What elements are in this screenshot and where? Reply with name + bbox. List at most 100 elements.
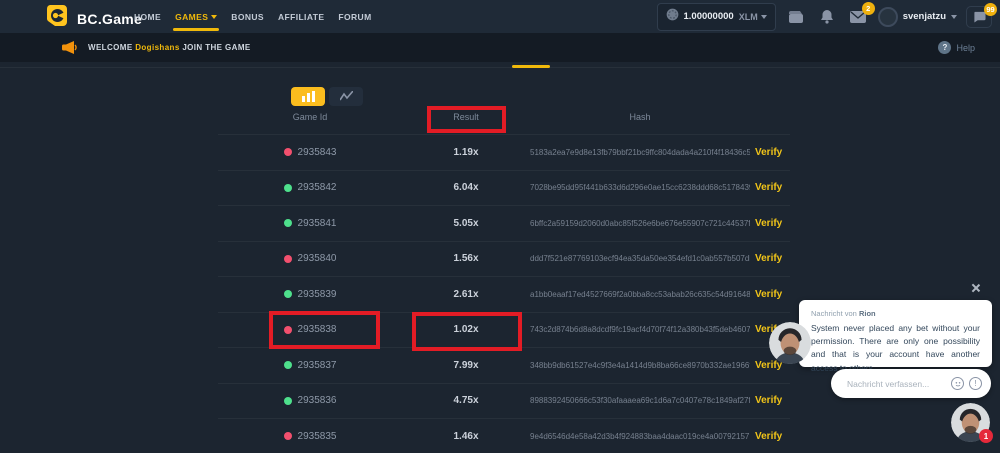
header-hash: Hash — [530, 112, 750, 122]
announcement-bar: WELCOME Dogishans JOIN THE GAME ? Help — [0, 33, 1000, 62]
game-id-cell: 2935842 — [218, 182, 402, 193]
nav-item-games[interactable]: GAMES — [175, 0, 217, 33]
megaphone-icon — [62, 41, 77, 59]
result-status-dot — [284, 219, 292, 227]
nav-item-affiliate[interactable]: AFFILIATE — [278, 0, 324, 33]
game-id-cell: 2935843 — [218, 147, 402, 158]
nav-item-home[interactable]: HOME — [134, 0, 161, 33]
result-status-dot — [284, 361, 292, 369]
help-button[interactable]: ? Help — [938, 33, 975, 62]
question-icon: ? — [938, 41, 951, 54]
game-id-cell: 2935835 — [218, 431, 402, 442]
exclamation-icon[interactable]: ! — [969, 377, 982, 390]
chat-from-label: Nachricht von — [811, 309, 857, 318]
hash-value: a1bb0eaaf17ed4527669f2a0bba8cc53abab26c6… — [530, 290, 750, 299]
game-id-cell: 2935840 — [218, 253, 402, 264]
balance-selector[interactable]: 1.00000000 XLM — [657, 3, 776, 31]
table-row: 2935842 6.04x 7028be95dd95f441b633d6d296… — [218, 170, 790, 206]
brand-logo[interactable]: BC.Game — [45, 4, 142, 33]
result-status-dot — [284, 148, 292, 156]
hash-value: 5183a2ea7e9d8e13fb79bbf21bc9ffc804dada4a… — [530, 148, 750, 157]
verify-link[interactable]: Verify — [750, 182, 790, 193]
result-value: 7.99x — [402, 360, 530, 371]
nav-item-forum[interactable]: FORUM — [338, 0, 371, 33]
help-label: Help — [956, 43, 975, 53]
bet-history-table: 2935843 1.19x 5183a2ea7e9d8e13fb79bbf21b… — [218, 134, 790, 453]
verify-link[interactable]: Verify — [750, 253, 790, 264]
currency-selector[interactable]: XLM — [739, 12, 767, 22]
bell-icon-button[interactable] — [816, 6, 838, 28]
verify-link[interactable]: Verify — [750, 218, 790, 229]
header-verify-spacer — [750, 112, 790, 122]
chevron-down-icon — [951, 15, 957, 19]
coin-icon — [666, 8, 679, 26]
nav-item-bonus[interactable]: BONUS — [231, 0, 264, 33]
table-row: 2935836 4.75x 8988392450666c53f30afaaaea… — [218, 383, 790, 419]
hash-value: 9e4d6546d4e58a42d3b4f924883baa4daac019ce… — [530, 432, 750, 441]
verify-link[interactable]: Verify — [750, 395, 790, 406]
hash-value: 8988392450666c53f30afaaaea69c1d6a7c0407e… — [530, 396, 750, 405]
game-id-value: 2935835 — [298, 431, 337, 442]
navbar-right-controls: 1.00000000 XLM 2 svenjatzu — [657, 0, 993, 33]
chat-message-card: Nachricht von Rion System never placed a… — [799, 300, 992, 367]
trend-chart-toggle[interactable] — [329, 87, 363, 106]
chat-input-pill: ! — [831, 369, 991, 398]
result-status-dot — [284, 432, 292, 440]
chat-toggle-button[interactable]: 99 — [966, 6, 992, 28]
mail-badge: 2 — [862, 2, 875, 15]
chevron-down-icon — [211, 15, 217, 19]
chat-message-text: System never placed any bet without your… — [811, 322, 980, 375]
game-id-value: 2935837 — [298, 360, 337, 371]
game-id-cell: 2935839 — [218, 289, 402, 300]
tab-bar — [0, 62, 1000, 68]
chevron-down-icon — [761, 15, 767, 19]
table-row: 2935841 5.05x 6bffc2a59159d2060d0abc85f5… — [218, 205, 790, 241]
chat-widget-avatar[interactable]: 1 — [951, 403, 990, 442]
result-status-dot — [284, 397, 292, 405]
hash-value: 7028be95dd95f441b633d6d296e0ae15cc6238dd… — [530, 183, 750, 192]
result-value: 2.61x — [402, 289, 530, 300]
hash-value: 6bffc2a59159d2060d0abc85f526e6be676e5590… — [530, 219, 750, 228]
hash-value: 348bb9db61527e4c9f3e4a1414d9b8ba66ce8970… — [530, 361, 750, 370]
result-value: 4.75x — [402, 395, 530, 406]
game-id-value: 2935843 — [298, 147, 337, 158]
username: svenjatzu — [903, 11, 946, 22]
main-nav: HOME GAMES BONUS AFFILIATE FORUM — [134, 0, 372, 33]
wallet-button[interactable] — [785, 6, 807, 28]
bcgame-page: BC.Game HOME GAMES BONUS AFFILIATE FORUM… — [0, 0, 1000, 453]
result-status-dot — [284, 184, 292, 192]
chat-message-input[interactable] — [847, 379, 946, 389]
announcement-username: Dogishans — [135, 43, 180, 52]
bar-chart-toggle[interactable] — [291, 87, 325, 106]
hash-value: 743c2d874b6d8a8dcdf9fc19acf4d70f74f12a38… — [530, 325, 750, 334]
bcgame-logo-icon — [45, 4, 69, 33]
verify-link[interactable]: Verify — [750, 147, 790, 158]
verify-link[interactable]: Verify — [750, 431, 790, 442]
result-value: 1.46x — [402, 431, 530, 442]
close-icon[interactable] — [969, 281, 983, 295]
annotation-box-game-id-2935838 — [269, 311, 380, 349]
game-id-cell: 2935836 — [218, 395, 402, 406]
game-id-value: 2935842 — [298, 182, 337, 193]
brand-name: BC.Game — [77, 11, 142, 27]
table-row: 2935835 1.46x 9e4d6546d4e58a42d3b4f92488… — [218, 418, 790, 453]
announcement-prefix: WELCOME — [88, 43, 133, 52]
game-id-value: 2935841 — [298, 218, 337, 229]
game-id-cell: 2935841 — [218, 218, 402, 229]
top-navbar: BC.Game HOME GAMES BONUS AFFILIATE FORUM… — [0, 0, 1000, 33]
mail-button[interactable]: 2 — [847, 6, 869, 28]
announcement-text: WELCOME Dogishans JOIN THE GAME — [88, 43, 251, 52]
user-avatar — [878, 7, 898, 27]
game-id-value: 2935840 — [298, 253, 337, 264]
result-value: 6.04x — [402, 182, 530, 193]
nav-item-games-label: GAMES — [175, 12, 208, 22]
result-value: 1.56x — [402, 253, 530, 264]
view-toggles — [291, 87, 363, 106]
emoji-icon[interactable] — [951, 377, 964, 390]
verify-link[interactable]: Verify — [750, 289, 790, 300]
unread-count-badge: 1 — [979, 429, 993, 443]
user-menu[interactable]: svenjatzu — [878, 7, 957, 27]
table-row: 2935839 2.61x a1bb0eaaf17ed4527669f2a0bb… — [218, 276, 790, 312]
balance-amount: 1.00000000 — [684, 11, 734, 22]
game-id-value: 2935836 — [298, 395, 337, 406]
